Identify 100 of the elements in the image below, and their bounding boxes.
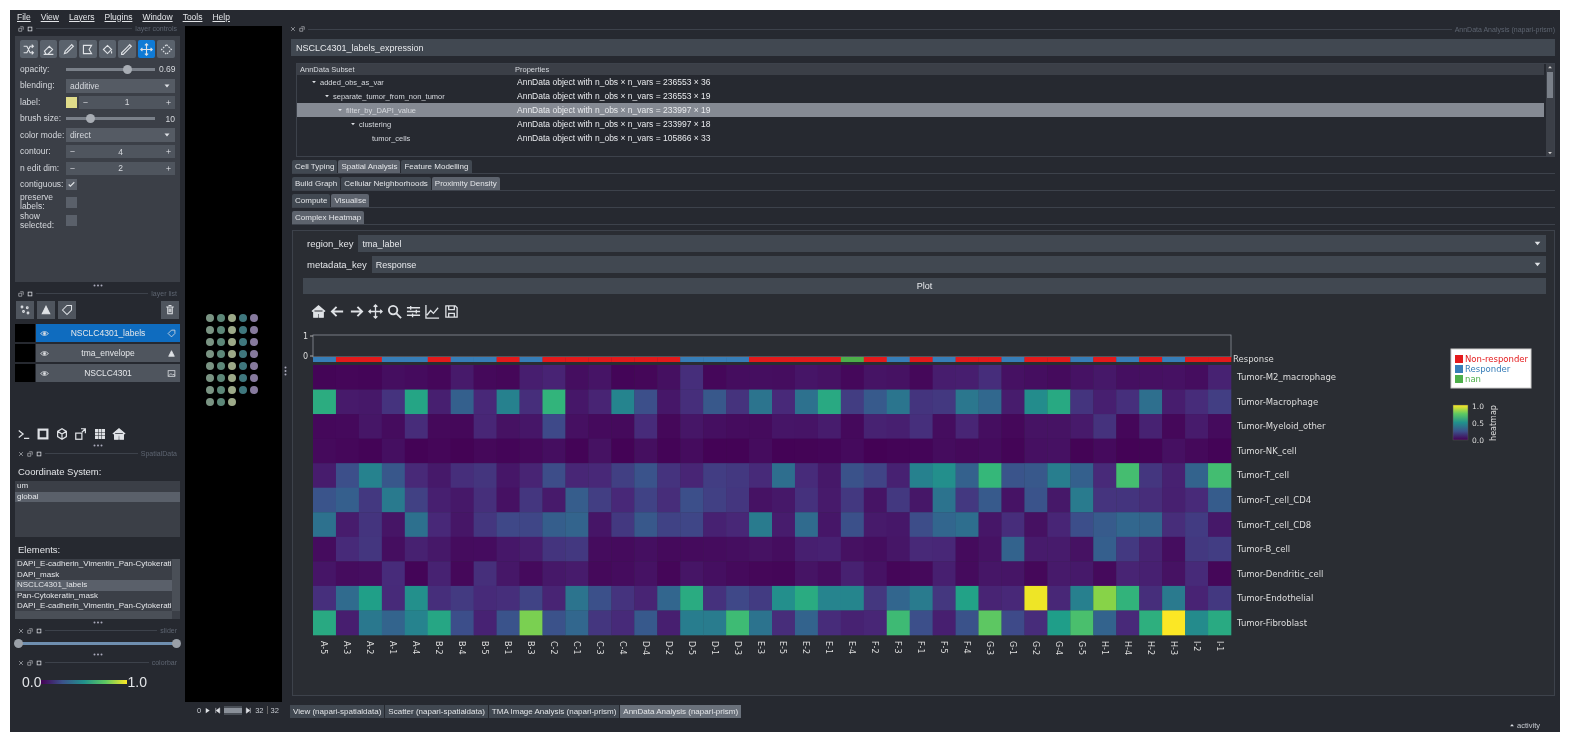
layer-item[interactable]: NSCLC4301 xyxy=(36,364,180,382)
sliders-icon[interactable] xyxy=(406,304,421,319)
slider-thumb[interactable] xyxy=(172,639,181,648)
list-item[interactable]: Pan-Cytokeratin_mask xyxy=(15,590,172,601)
viewer-button[interactable] xyxy=(73,426,89,442)
tab[interactable]: Spatial Analysis xyxy=(338,160,401,173)
tool-button[interactable] xyxy=(98,40,117,58)
back-icon[interactable] xyxy=(330,304,345,319)
eye-icon[interactable] xyxy=(40,368,49,378)
arrow-icon[interactable] xyxy=(324,93,330,99)
list-item[interactable]: DAPI_E-cadherin_Vimentin_Pan-Cytokerati xyxy=(15,559,172,570)
slider-track[interactable] xyxy=(66,117,155,120)
splitter-handle-icon[interactable] xyxy=(283,365,287,376)
float-icon[interactable] xyxy=(299,26,305,32)
tool-button[interactable] xyxy=(59,40,77,58)
tool-button[interactable] xyxy=(137,40,156,58)
new-layer-button[interactable] xyxy=(37,301,55,319)
drag-handle-icon[interactable] xyxy=(92,283,103,287)
list-item[interactable]: DAPI_mask xyxy=(15,569,172,580)
tab[interactable]: Cellular Neighborhoods xyxy=(341,177,431,190)
eye-icon[interactable] xyxy=(40,328,49,338)
float-icon[interactable] xyxy=(18,290,24,297)
step-back-icon[interactable] xyxy=(214,706,222,714)
scrollbar[interactable] xyxy=(1546,64,1554,156)
slider-thumb[interactable] xyxy=(86,114,95,123)
dropdown[interactable]: direct xyxy=(66,128,175,142)
close-icon[interactable] xyxy=(18,450,24,457)
layer-item[interactable]: NSCLC4301_labels xyxy=(36,324,180,342)
slider-thumb[interactable] xyxy=(14,639,23,648)
dropdown[interactable]: additive xyxy=(66,78,175,93)
slider-track[interactable] xyxy=(66,67,155,71)
tab[interactable]: Feature Modelling xyxy=(401,160,472,173)
menu-item[interactable]: Help xyxy=(212,11,230,22)
dock-icon[interactable] xyxy=(36,659,42,666)
viewer-button[interactable] xyxy=(35,426,51,442)
range-slider[interactable] xyxy=(14,639,181,648)
checkbox[interactable] xyxy=(66,196,77,208)
float-icon[interactable] xyxy=(18,25,24,32)
tool-button[interactable] xyxy=(20,40,38,58)
tool-button[interactable] xyxy=(157,40,175,58)
dock-icon[interactable] xyxy=(36,450,42,457)
image-canvas[interactable] xyxy=(185,26,282,702)
list-item[interactable]: NSCLC4301_labels xyxy=(15,580,172,591)
save-icon[interactable] xyxy=(444,304,459,319)
layer-item[interactable]: tma_envelope xyxy=(36,344,180,362)
drag-handle-icon[interactable] xyxy=(92,443,103,447)
color-swatch[interactable] xyxy=(66,96,77,108)
tab[interactable]: Visualise xyxy=(331,194,370,207)
checkbox[interactable] xyxy=(66,179,77,190)
forward-icon[interactable] xyxy=(349,304,364,319)
plus-icon[interactable] xyxy=(165,98,172,106)
move-arrows-icon[interactable] xyxy=(368,304,383,319)
eye-icon[interactable] xyxy=(40,348,49,358)
spin-box[interactable]: 1 xyxy=(79,95,175,109)
scrollbar[interactable] xyxy=(172,559,180,611)
chart-icon[interactable] xyxy=(425,304,440,319)
new-layer-button[interactable] xyxy=(16,301,34,319)
float-icon[interactable] xyxy=(27,627,33,634)
dock-tab[interactable]: AnnData Analysis (napari-prism) xyxy=(620,704,742,718)
tab[interactable]: Compute xyxy=(292,194,331,207)
scroll-down-icon[interactable] xyxy=(1547,150,1553,156)
dock-icon[interactable] xyxy=(27,290,33,297)
search-icon[interactable] xyxy=(387,304,402,319)
list-item[interactable]: DAPI_E-cadherin_Vimentin_Pan-Cytokerati xyxy=(15,601,172,612)
list-item[interactable]: global xyxy=(15,491,180,502)
play-icon[interactable] xyxy=(204,706,212,714)
home-icon[interactable] xyxy=(311,304,326,319)
scrollbar[interactable] xyxy=(15,611,172,619)
tool-button[interactable] xyxy=(39,40,58,58)
tool-button[interactable] xyxy=(78,40,97,58)
minus-icon[interactable] xyxy=(69,148,76,155)
tab[interactable]: Cell Typing xyxy=(292,160,338,173)
tab[interactable]: Proximity Density xyxy=(431,177,500,190)
tab[interactable]: Complex Heatmap xyxy=(292,211,365,224)
arrow-icon[interactable] xyxy=(311,79,317,85)
drag-handle-icon[interactable] xyxy=(92,620,103,624)
step-forward-icon[interactable] xyxy=(245,706,253,714)
list-item[interactable]: um xyxy=(15,481,180,492)
menu-item[interactable]: File xyxy=(17,11,31,22)
plus-icon[interactable] xyxy=(165,148,172,155)
dock-tab[interactable]: TMA Image Analysis (napari-prism) xyxy=(488,704,620,718)
tab[interactable]: Build Graph xyxy=(292,177,341,190)
plot-button[interactable]: Plot xyxy=(303,278,1546,294)
plus-icon[interactable] xyxy=(165,164,172,172)
scroll-up-icon[interactable] xyxy=(1547,64,1553,70)
dock-tab[interactable]: View (napari-spatialdata) xyxy=(290,704,385,718)
viewer-button[interactable] xyxy=(111,426,127,442)
close-icon[interactable] xyxy=(290,26,296,32)
float-icon[interactable] xyxy=(27,659,33,666)
menu-item[interactable]: Tools xyxy=(182,11,203,22)
close-icon[interactable] xyxy=(18,627,24,634)
tool-button[interactable] xyxy=(118,40,136,58)
dock-tab[interactable]: Scatter (napari-spatialdata) xyxy=(385,704,488,718)
delete-button[interactable] xyxy=(161,301,179,319)
dataset-dropdown[interactable]: NSCLC4301_labels_expression xyxy=(291,39,1555,56)
menu-item[interactable]: Layers xyxy=(69,11,95,22)
float-icon[interactable] xyxy=(27,450,33,457)
slider-thumb[interactable] xyxy=(123,64,133,74)
viewer-button[interactable] xyxy=(54,426,70,442)
menu-item[interactable]: Window xyxy=(142,11,173,22)
